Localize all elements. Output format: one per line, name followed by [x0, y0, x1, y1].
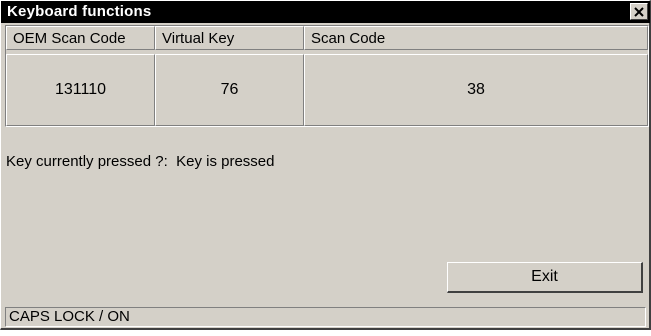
column-header-virtual-key[interactable]: Virtual Key	[155, 26, 304, 50]
key-info-table: OEM Scan Code Virtual Key Scan Code 1311…	[5, 25, 649, 127]
title-bar[interactable]: Keyboard functions	[1, 1, 650, 23]
window-title: Keyboard functions	[7, 3, 152, 20]
keyboard-functions-window: Keyboard functions OEM Scan Code Virtual…	[0, 0, 651, 330]
close-button[interactable]	[630, 3, 648, 20]
column-header-oem-scan-code[interactable]: OEM Scan Code	[6, 26, 155, 50]
virtual-key-value: 76	[155, 54, 304, 126]
key-pressed-status: Key currently pressed ?: Key is pressed	[6, 153, 274, 170]
column-header-scan-code[interactable]: Scan Code	[304, 26, 648, 50]
oem-scan-code-value: 131110	[6, 54, 155, 126]
exit-button[interactable]: Exit	[447, 262, 643, 293]
scan-code-value: 38	[304, 54, 648, 126]
status-bar: CAPS LOCK / ON	[5, 307, 646, 327]
key-pressed-value: Key is pressed	[176, 153, 275, 170]
key-pressed-label: Key currently pressed ?:	[6, 153, 168, 170]
table-header-row: OEM Scan Code Virtual Key Scan Code	[6, 26, 648, 50]
table-row: 131110 76 38	[6, 54, 648, 126]
close-x-icon	[634, 6, 644, 17]
